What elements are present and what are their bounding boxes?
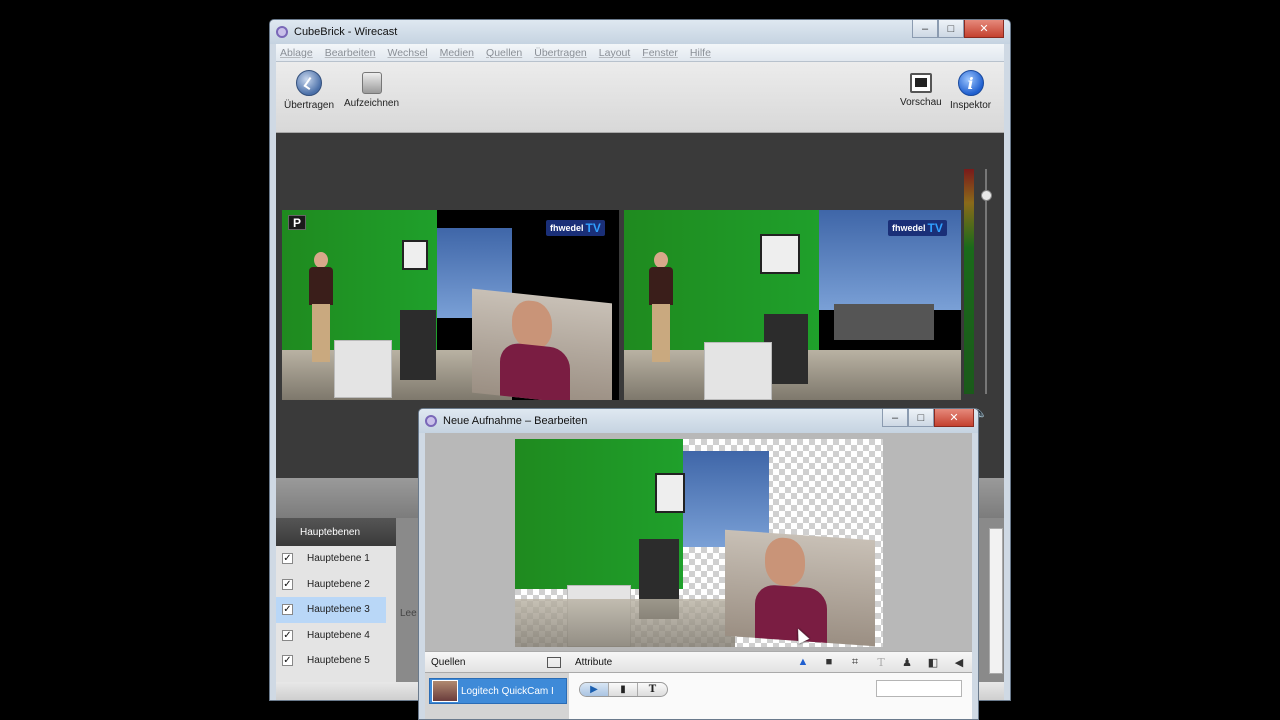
station-logo: fhwedel TV (546, 220, 605, 236)
layer-label: Hauptebene 3 (307, 604, 370, 616)
text-icon: T (648, 684, 657, 695)
camera-source-button[interactable]: ▶ (580, 683, 609, 696)
layer-label: Hauptebene 1 (307, 553, 370, 565)
attributes-header-label: Attribute (575, 656, 613, 668)
preview-monitor[interactable]: P fhwedel TV (282, 210, 619, 400)
window-title: CubeBrick - Wirecast (294, 26, 398, 38)
main-toolbar: Übertragen Aufzeichnen Vorschau i Inspek… (276, 62, 1004, 133)
inspector-button[interactable]: i Inspektor (950, 70, 991, 111)
layers-header: Hauptebenen (276, 518, 396, 546)
edit-dialog: Neue Aufnahme – Bearbeiten ‒ □ ✕ Quellen… (418, 408, 979, 720)
main-titlebar[interactable]: CubeBrick - Wirecast ‒ □ ✕ (270, 20, 1010, 44)
menu-ablage[interactable]: Ablage (280, 47, 313, 59)
preview-label: Vorschau (900, 97, 942, 108)
source-type-segmented: ▶ ▮ T (579, 682, 668, 697)
menu-fenster[interactable]: Fenster (642, 47, 678, 59)
transmit-button[interactable]: Übertragen (284, 70, 334, 111)
source-item-label: Logitech QuickCam I (461, 685, 554, 697)
maximize-button[interactable]: □ (938, 20, 964, 38)
inspector-label: Inspektor (950, 100, 992, 111)
chroma-key-tab-icon[interactable]: ♟ (899, 655, 915, 669)
attribute-input-field[interactable] (876, 680, 962, 697)
mask-tab-icon[interactable]: ■ (821, 655, 837, 669)
sources-view-icon[interactable] (547, 657, 561, 668)
dialog-titlebar[interactable]: Neue Aufnahme – Bearbeiten ‒ □ ✕ (419, 409, 978, 433)
record-label: Aufzeichnen (344, 98, 400, 109)
menu-uebertragen[interactable]: Übertragen (534, 47, 587, 59)
station-logo: fhwedel TV (888, 220, 947, 236)
menu-bearbeiten[interactable]: Bearbeiten (325, 47, 376, 59)
document-source-button[interactable]: ▮ (609, 683, 638, 696)
menu-quellen[interactable]: Quellen (486, 47, 522, 59)
crop-tab-icon[interactable]: ⌗ (847, 655, 863, 669)
transmit-label: Übertragen (284, 100, 335, 111)
source-thumbnail (432, 680, 458, 702)
text-tab-icon[interactable]: T (873, 655, 889, 669)
layer-label: Hauptebene 2 (307, 578, 370, 590)
layer-checkbox[interactable]: ✓ (282, 578, 293, 590)
transparent-canvas (515, 439, 883, 647)
layer-row-5[interactable]: ✓ Hauptebene 5 (276, 648, 396, 674)
audio-tab-icon[interactable]: ◀ (951, 655, 967, 669)
shot-canvas[interactable] (425, 433, 972, 651)
dialog-close-button[interactable]: ✕ (934, 409, 974, 427)
wirecast-app-icon (276, 26, 288, 38)
partial-label: Lee (400, 608, 417, 619)
menu-wechsel[interactable]: Wechsel (388, 47, 428, 59)
volume-slider-track[interactable] (985, 169, 987, 394)
monitor-icon (909, 73, 932, 93)
menu-hilfe[interactable]: Hilfe (690, 47, 711, 59)
live-monitor[interactable]: fhwedel TV (624, 210, 961, 400)
preview-scene-image (282, 210, 619, 400)
wirecast-app-icon (425, 415, 437, 427)
text-source-button[interactable]: T (638, 683, 667, 696)
layer-label: Hauptebene 4 (307, 629, 370, 641)
sources-header: Quellen (425, 651, 569, 673)
attributes-header: Attribute ▲ ■ ⌗ T ♟ ◧ ◀ (569, 651, 972, 673)
audio-level-meter (964, 169, 974, 394)
layer-row-3[interactable]: ✓ Hauptebene 3 (276, 597, 386, 623)
dialog-maximize-button[interactable]: □ (908, 409, 934, 427)
layer-checkbox[interactable]: ✓ (282, 604, 293, 616)
transmit-icon (296, 70, 323, 96)
source-item-logitech[interactable]: Logitech QuickCam I (429, 678, 567, 704)
layer-checkbox[interactable]: ✓ (282, 553, 293, 565)
dialog-title: Neue Aufnahme – Bearbeiten (443, 415, 588, 427)
volume-slider-knob[interactable] (981, 190, 992, 201)
layer-label: Hauptebene 5 (307, 655, 370, 667)
sources-header-label: Quellen (431, 656, 466, 668)
layer-row-1[interactable]: ✓ Hauptebene 1 (276, 546, 396, 572)
record-disk-icon (361, 72, 382, 94)
window-controls: ‒ □ ✕ (912, 20, 1004, 38)
menu-bar: Ablage Bearbeiten Wechsel Medien Quellen… (276, 44, 1004, 62)
record-button[interactable]: Aufzeichnen (344, 70, 399, 109)
layer-checkbox[interactable]: ✓ (282, 629, 293, 641)
close-button[interactable]: ✕ (964, 20, 1004, 38)
shots-scrollbar[interactable] (989, 528, 1003, 674)
layer-row-2[interactable]: ✓ Hauptebene 2 (276, 572, 396, 598)
info-icon: i (957, 70, 984, 96)
layers-list: Hauptebenen ✓ Hauptebene 1 ✓ Hauptebene … (276, 518, 396, 700)
preview-badge: P (288, 215, 306, 230)
dialog-window-controls: ‒ □ ✕ (882, 409, 974, 427)
preview-button[interactable]: Vorschau (900, 70, 942, 108)
layer-row-4[interactable]: ✓ Hauptebene 4 (276, 623, 396, 649)
dialog-body: Quellen Attribute ▲ ■ ⌗ T ♟ ◧ ◀ Logitech… (425, 433, 972, 719)
live-scene-image (624, 210, 961, 400)
menu-layout[interactable]: Layout (599, 47, 631, 59)
camera-icon: ▶ (590, 684, 598, 695)
document-icon: ▮ (620, 684, 626, 695)
menu-medien[interactable]: Medien (440, 47, 474, 59)
minimize-button[interactable]: ‒ (912, 20, 938, 38)
layer-checkbox[interactable]: ✓ (282, 655, 293, 667)
color-adjust-tab-icon[interactable]: ◧ (925, 655, 941, 669)
attributes-area: ▶ ▮ T (569, 673, 972, 719)
shapes-tab-icon[interactable]: ▲ (795, 655, 811, 669)
dialog-minimize-button[interactable]: ‒ (882, 409, 908, 427)
